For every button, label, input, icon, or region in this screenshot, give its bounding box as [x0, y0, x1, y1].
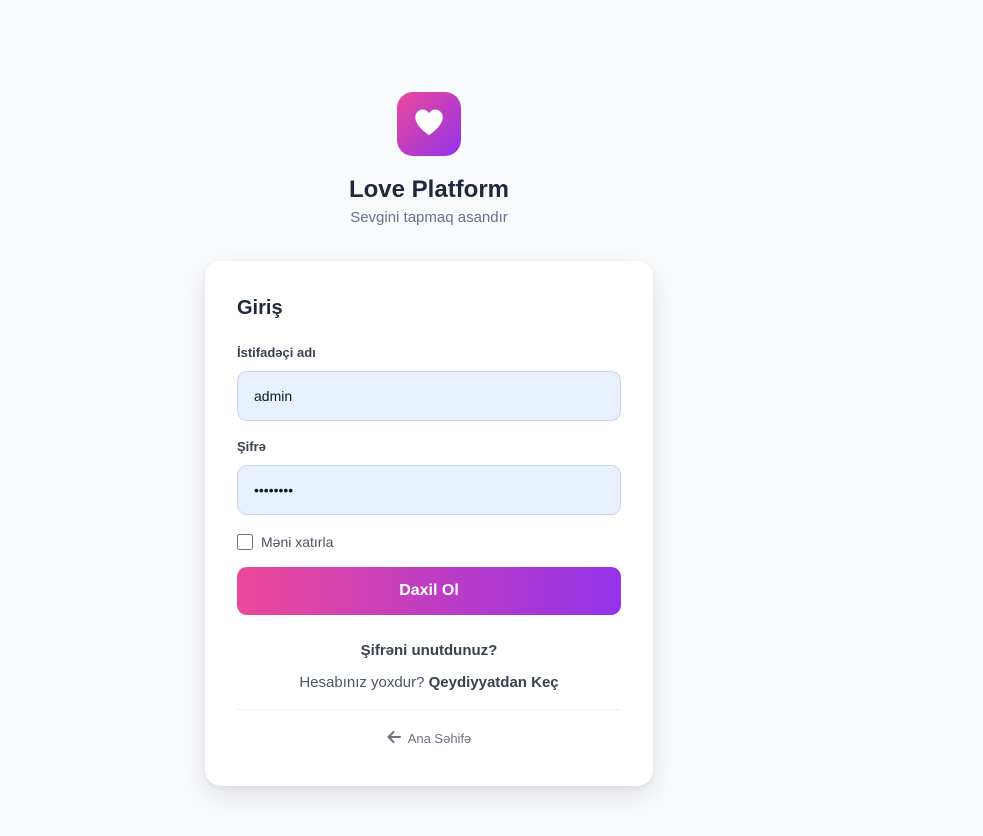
username-label: İstifadəçi adı: [237, 345, 316, 360]
divider: [237, 709, 621, 710]
login-card: Giriş İstifadəçi adı Şifrə Məni xatırla …: [205, 261, 653, 786]
login-button[interactable]: Daxil Ol: [237, 567, 621, 615]
arrow-left-icon: [387, 730, 408, 748]
brand-header: Love Platform Sevgini tapmaq asandır: [205, 92, 653, 228]
remember-label: Məni xatırla: [261, 534, 334, 550]
signup-link[interactable]: Qeydiyyatdan Keç: [429, 674, 559, 691]
password-input[interactable]: [237, 465, 621, 515]
login-heading: Giriş: [237, 297, 283, 319]
home-link[interactable]: Ana Səhifə: [237, 730, 621, 748]
signup-prompt: Hesabınız yoxdur?: [299, 674, 425, 691]
home-label: Ana Səhifə: [407, 731, 472, 746]
username-input[interactable]: [237, 371, 621, 421]
signup-prompt-line: Hesabınız yoxdur? Qeydiyyatdan Keç: [237, 673, 621, 693]
app-title: Love Platform: [348, 176, 510, 203]
app-subtitle: Sevgini tapmaq asandır: [350, 209, 508, 226]
forgot-password-link[interactable]: Şifrəni unutdunuz?: [237, 641, 621, 661]
heart-icon: [414, 108, 444, 141]
password-label: Şifrə: [237, 439, 266, 454]
remember-checkbox[interactable]: [237, 534, 253, 550]
remember-me[interactable]: Məni xatırla: [237, 533, 621, 551]
logo: [397, 92, 461, 156]
